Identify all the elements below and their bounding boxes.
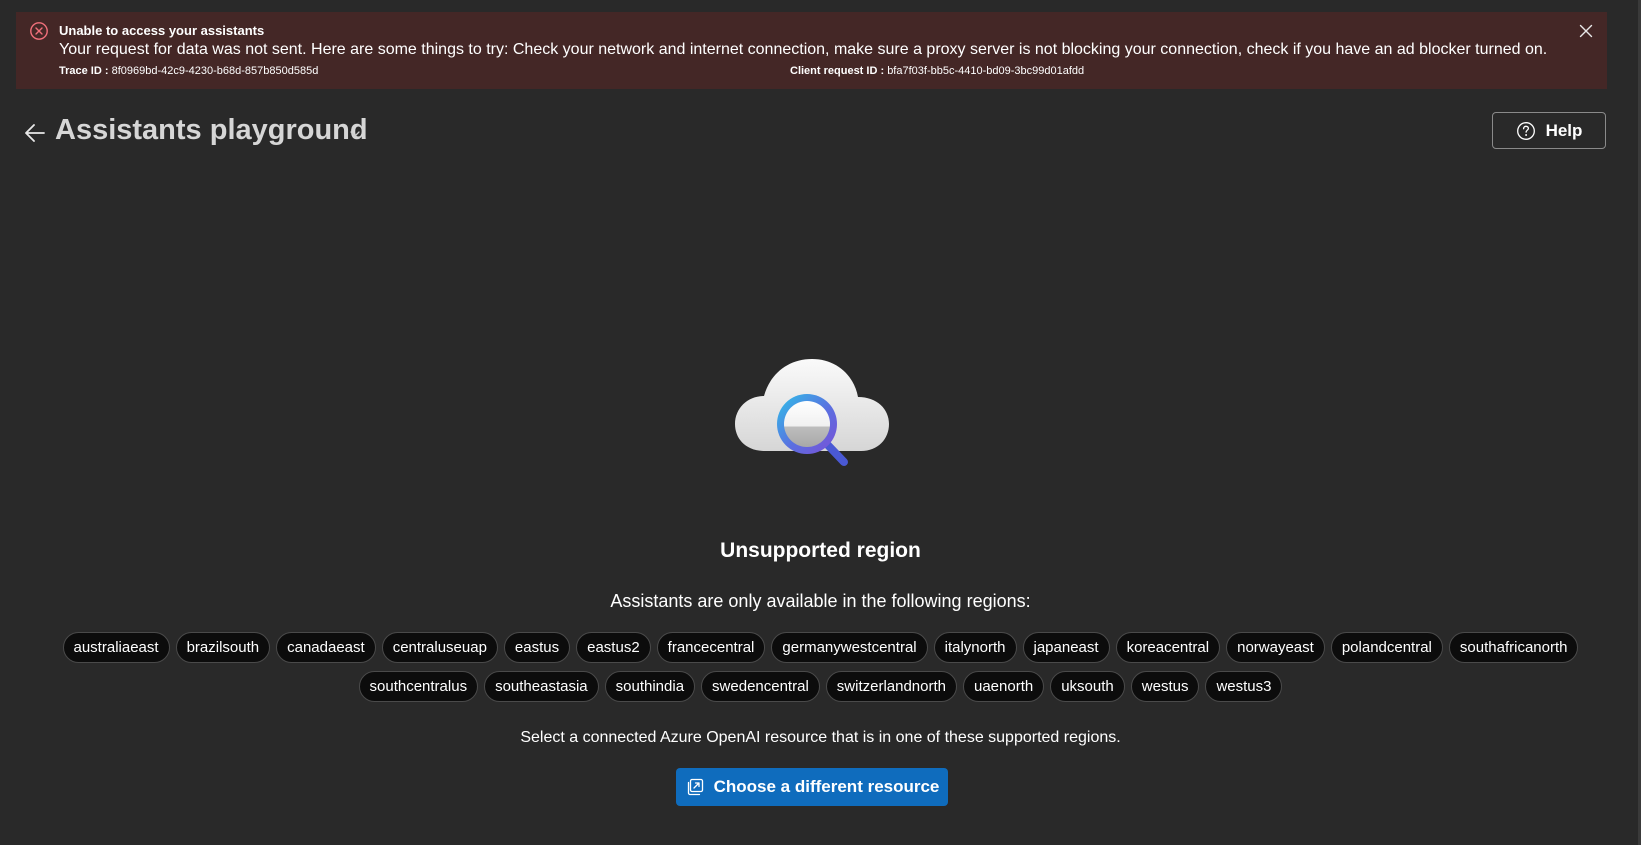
region-chip: japaneast bbox=[1022, 632, 1110, 663]
assistants-playground-page: Unable to access your assistants Your re… bbox=[0, 0, 1641, 845]
error-banner: Unable to access your assistants Your re… bbox=[16, 12, 1607, 89]
chevron-down-icon[interactable] bbox=[348, 127, 362, 141]
region-chip: brazilsouth bbox=[175, 632, 271, 663]
region-chip: uksouth bbox=[1050, 671, 1125, 702]
help-button[interactable]: Help bbox=[1492, 112, 1606, 149]
choose-different-resource-button[interactable]: Choose a different resource bbox=[676, 768, 948, 806]
region-chip: germanywestcentral bbox=[771, 632, 928, 663]
region-chip: norwayeast bbox=[1226, 632, 1325, 663]
region-chip: southcentralus bbox=[358, 671, 479, 702]
error-circle-icon bbox=[30, 22, 48, 40]
region-chip: canadaeast bbox=[276, 632, 376, 663]
page-title: Assistants playground bbox=[55, 114, 368, 146]
region-chip: southeastasia bbox=[484, 671, 599, 702]
client-request-id-label: Client request ID : bbox=[790, 65, 885, 77]
region-chip: switzerlandnorth bbox=[825, 671, 957, 702]
region-chip: swedencentral bbox=[701, 671, 820, 702]
region-chip: eastus2 bbox=[576, 632, 651, 663]
region-chip: uaenorth bbox=[963, 671, 1045, 702]
open-window-icon bbox=[687, 778, 703, 796]
select-resource-instructions: Select a connected Azure OpenAI resource… bbox=[520, 729, 1121, 746]
region-chip: southindia bbox=[604, 671, 696, 702]
region-chip: australiaeast bbox=[62, 632, 170, 663]
question-circle-icon bbox=[1516, 121, 1535, 140]
trace-id-label: Trace ID : bbox=[59, 65, 109, 77]
unsupported-region-heading: Unsupported region bbox=[720, 539, 921, 562]
region-chip: italynorth bbox=[933, 632, 1017, 663]
region-chip: centraluseuap bbox=[381, 632, 498, 663]
region-chip: eastus bbox=[503, 632, 571, 663]
client-request-id-value: bfa7f03f-bb5c-4410-bd09-3bc99d01afdd bbox=[887, 65, 1085, 77]
error-banner-message: Your request for data was not sent. Here… bbox=[59, 41, 1548, 58]
help-button-label: Help bbox=[1545, 120, 1583, 140]
cloud-search-icon bbox=[735, 359, 889, 466]
arrow-left-icon[interactable] bbox=[22, 120, 48, 146]
region-chip: southafricanorth bbox=[1448, 632, 1579, 663]
region-chip: westus3 bbox=[1205, 671, 1283, 702]
trace-id: Trace ID : 8f0969bd-42c9-4230-b68d-857b8… bbox=[59, 65, 318, 77]
region-chip: koreacentral bbox=[1115, 632, 1221, 663]
region-chip: westus bbox=[1130, 671, 1200, 702]
region-chip: francecentral bbox=[656, 632, 766, 663]
choose-different-resource-label: Choose a different resource bbox=[713, 777, 940, 796]
trace-id-value: 8f0969bd-42c9-4230-b68d-857b850d585d bbox=[111, 65, 319, 77]
error-banner-title: Unable to access your assistants bbox=[59, 23, 265, 38]
close-icon[interactable] bbox=[1576, 21, 1596, 41]
region-chip: polandcentral bbox=[1330, 632, 1443, 663]
region-list-row-1: australiaeast brazilsouth canadaeast cen… bbox=[0, 632, 1641, 663]
client-request-id: Client request ID : bfa7f03f-bb5c-4410-b… bbox=[790, 65, 1084, 77]
regions-intro-text: Assistants are only available in the fol… bbox=[610, 591, 1031, 611]
region-list-row-2: southcentralus southeastasia southindia … bbox=[0, 671, 1641, 702]
